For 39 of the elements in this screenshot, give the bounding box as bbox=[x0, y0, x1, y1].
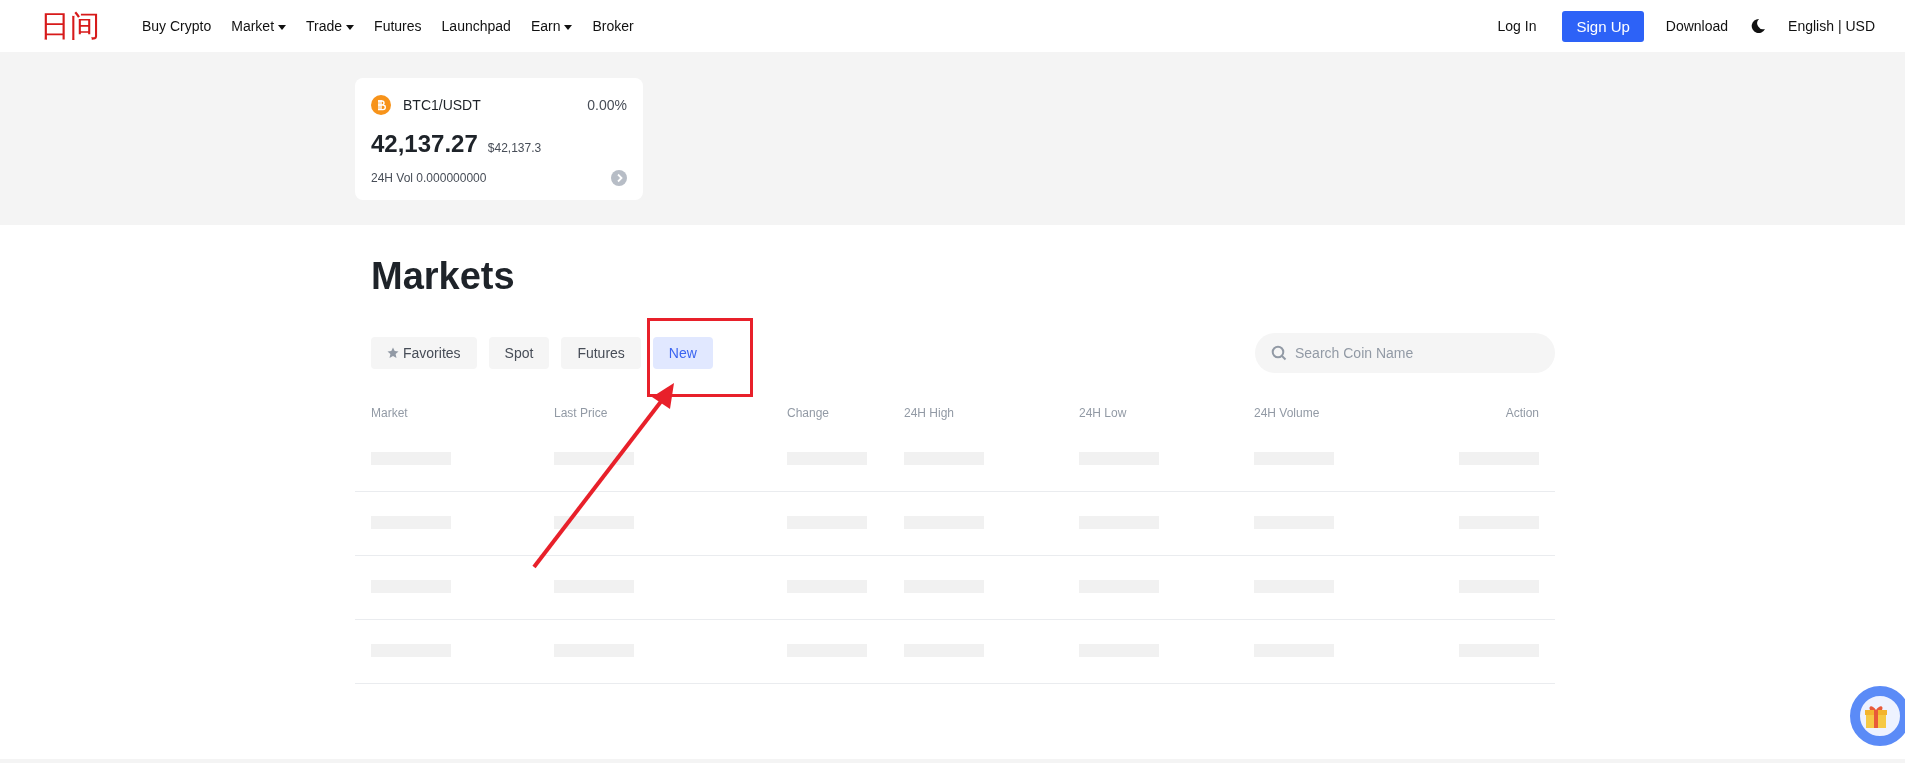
price-change: 0.00% bbox=[587, 97, 627, 113]
volume: 24H Vol 0.000000000 bbox=[371, 171, 487, 185]
logo[interactable]: 日间 bbox=[40, 5, 142, 47]
login-link[interactable]: Log In bbox=[1497, 18, 1537, 34]
market-tab[interactable]: New bbox=[652, 337, 713, 369]
nav-link[interactable]: Futures bbox=[374, 18, 422, 34]
column-header: Last Price bbox=[554, 406, 609, 420]
bitcoin-icon bbox=[371, 95, 391, 115]
caret-icon bbox=[564, 24, 573, 30]
market-tab[interactable]: Favorites bbox=[371, 337, 477, 369]
nav-link[interactable]: Market bbox=[231, 18, 287, 34]
search-field[interactable]: Search Coin Name bbox=[1255, 333, 1555, 373]
nav-link[interactable]: Earn bbox=[530, 18, 573, 34]
column-header: Change bbox=[787, 406, 831, 420]
price-usd: $42,137.3 bbox=[487, 141, 542, 155]
market-tab[interactable]: Futures bbox=[561, 337, 641, 369]
caret-icon bbox=[346, 24, 355, 30]
column-header: Market bbox=[371, 406, 409, 420]
column-header: 24H Low bbox=[1079, 406, 1128, 420]
gift-button[interactable] bbox=[1850, 686, 1905, 746]
chevron-icon[interactable] bbox=[611, 170, 627, 186]
page-title: Markets bbox=[371, 255, 516, 299]
download-link[interactable]: Download bbox=[1665, 18, 1729, 34]
nav-link[interactable]: Buy Crypto bbox=[142, 18, 212, 34]
ticker-card[interactable]: BTC1/USDT 0.00% 42,137.27 $42,137.3 24H Vol 0.000000000 bbox=[355, 78, 643, 200]
nav-link[interactable]: Broker bbox=[592, 18, 634, 34]
language-currency-link[interactable]: English | USD bbox=[1788, 18, 1875, 34]
pair-name: BTC1/USDT bbox=[403, 97, 481, 113]
nav-link[interactable]: Trade bbox=[306, 18, 355, 34]
column-header: 24H Volume bbox=[1254, 406, 1321, 420]
caret-icon bbox=[278, 24, 287, 30]
nav-link[interactable]: Launchpad bbox=[441, 18, 511, 34]
price: 42,137.27 bbox=[371, 130, 478, 158]
market-tab[interactable]: Spot bbox=[488, 337, 550, 369]
column-header: 24H High bbox=[904, 406, 956, 420]
star-icon bbox=[387, 347, 399, 359]
moon-icon[interactable] bbox=[1750, 18, 1767, 34]
signup-button[interactable]: Sign Up bbox=[1562, 10, 1644, 42]
column-header: Action bbox=[1504, 406, 1539, 420]
